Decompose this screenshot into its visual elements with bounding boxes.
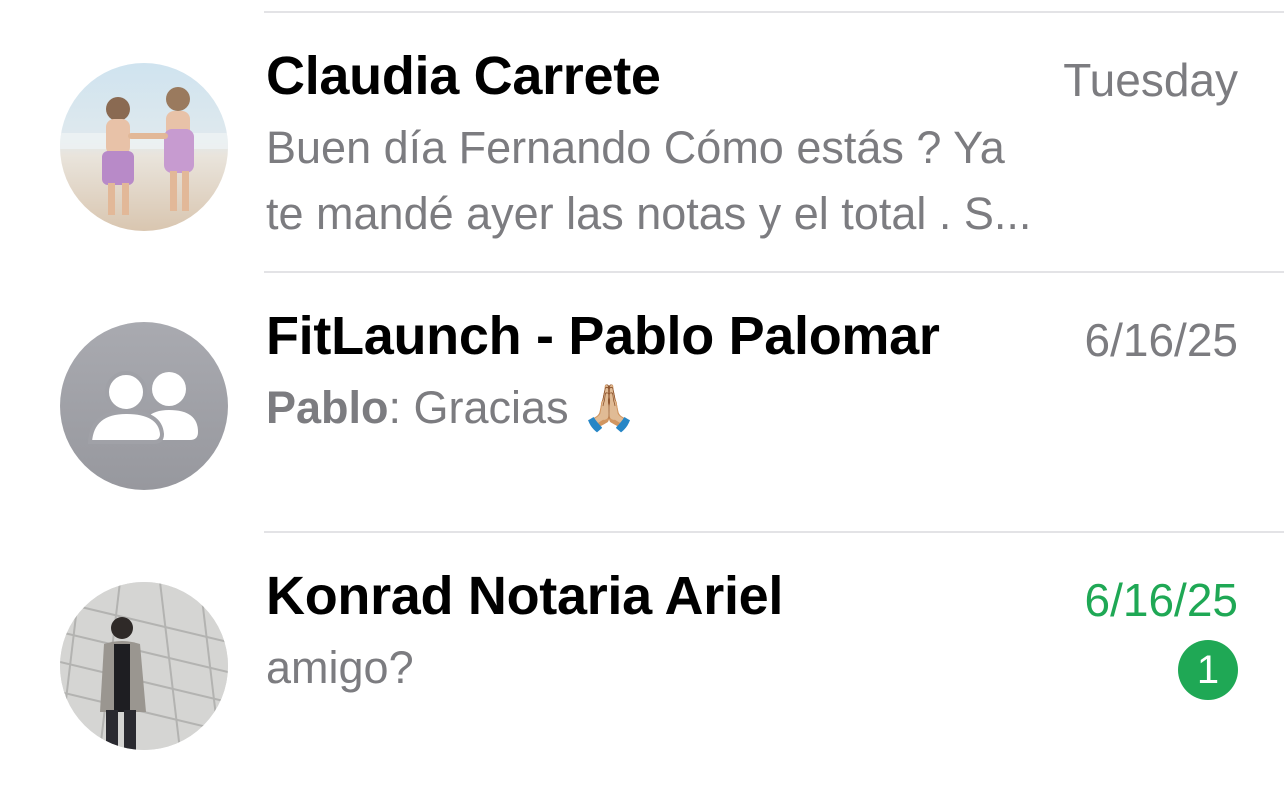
chat-name: Claudia Carrete: [266, 46, 661, 106]
avatar-photo-beach: [60, 63, 228, 231]
avatar-photo-man: [60, 582, 228, 750]
chat-preview-text: amigo?: [266, 642, 414, 693]
chat-date-unread: 6/16/25: [1084, 574, 1238, 626]
chat-preview-separator: :: [388, 382, 414, 433]
chat-row-claudia-carrete[interactable]: Claudia Carrete Tuesday Buen día Fernand…: [0, 13, 1284, 273]
chat-name: Konrad Notaria Ariel: [266, 566, 784, 626]
group-people-icon: [60, 322, 228, 490]
chat-preview-line: Buen día Fernando Cómo estás ? Ya: [266, 122, 1005, 173]
chat-preview: amigo?: [266, 635, 1126, 701]
chat-preview: Buen día Fernando Cómo estás ? Ya te man…: [266, 115, 1126, 247]
chat-date: Tuesday: [1063, 54, 1238, 106]
chat-date: 6/16/25: [1084, 314, 1238, 366]
chat-preview-sender: Pablo: [266, 382, 389, 433]
chat-preview-text: Gracias: [413, 382, 569, 433]
unread-count-badge: 1: [1178, 640, 1238, 700]
chat-row-fitlaunch[interactable]: FitLaunch - Pablo Palomar 6/16/25 Pablo:…: [0, 273, 1284, 533]
praying-hands-emoji: 🙏🏼: [581, 382, 638, 433]
chat-row-konrad-notaria[interactable]: Konrad Notaria Ariel 6/16/25 amigo? 1: [0, 533, 1284, 793]
chat-name: FitLaunch - Pablo Palomar: [266, 306, 940, 366]
chat-preview: Pablo: Gracias 🙏🏼: [266, 375, 1126, 441]
chat-preview-line: te mandé ayer las notas y el total . S..…: [266, 188, 1032, 239]
